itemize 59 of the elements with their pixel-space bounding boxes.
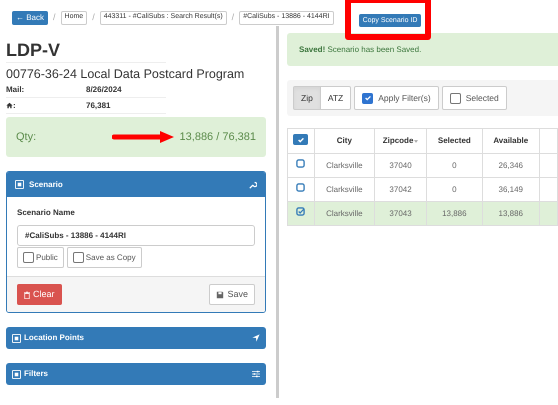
home-icon	[6, 102, 13, 109]
trash-icon	[24, 290, 30, 298]
detail-label: Mail:	[6, 84, 24, 96]
table-cell: 26,346	[498, 160, 523, 170]
table-cell: Clarksville	[326, 184, 363, 194]
breadcrumb-separator: /	[53, 10, 56, 24]
wrench-icon[interactable]	[249, 180, 257, 188]
panel-title[interactable]: Location Points	[24, 332, 249, 344]
table-cell: Clarksville	[326, 208, 363, 218]
table-cell: 37042	[389, 184, 412, 194]
sliders-icon[interactable]	[252, 370, 260, 378]
checkbox[interactable]	[72, 252, 84, 263]
program-title: LDP-V	[6, 40, 166, 63]
breadcrumb-separator: /	[92, 10, 95, 24]
option-label: Apply Filter(s)	[378, 92, 431, 104]
option-label: Save as Copy	[86, 252, 136, 264]
clear-button[interactable]: Clear	[17, 284, 62, 305]
checked-checkbox-icon[interactable]	[296, 207, 306, 216]
check-icon	[364, 94, 372, 102]
table-cell: 36,149	[498, 184, 523, 194]
program-subtitle: 00776-36-24 Local Data Postcard Program	[6, 66, 246, 82]
table-cell: 37043	[389, 208, 412, 218]
table-cell: 0	[452, 160, 457, 170]
sort-caret-icon	[414, 140, 418, 142]
save-button[interactable]: Save	[209, 284, 255, 305]
check-icon	[296, 136, 305, 144]
panel-toggle-icon	[12, 334, 21, 342]
panel-toggle-icon	[15, 180, 24, 189]
detail-label: :	[13, 100, 16, 112]
option-label: Public	[36, 252, 58, 264]
scenario-name-field[interactable]: #CaliSubs - 13886 - 4144RI	[17, 225, 255, 246]
collapsed-panel[interactable]: Location Points	[6, 327, 266, 349]
location-arrow-icon[interactable]	[252, 334, 260, 342]
mode-toggle[interactable]: ATZ	[320, 86, 352, 110]
mode-toggle[interactable]: Zip	[293, 86, 321, 110]
checkbox-icon[interactable]	[296, 159, 306, 168]
success-alert: Saved! Scenario has been Saved.	[287, 33, 558, 66]
checkbox[interactable]	[23, 252, 34, 263]
checked-checkbox[interactable]	[362, 92, 374, 104]
qty-label: Qty:	[16, 130, 36, 145]
detail-value: 8/26/2024	[86, 84, 122, 96]
table-cell: 37040	[389, 160, 412, 170]
table-cell: 13,886	[442, 208, 467, 218]
field-label: Scenario Name	[17, 207, 76, 219]
breadcrumb-separator: /	[232, 10, 234, 24]
qty-value: 13,886 / 76,381	[180, 130, 256, 145]
column-header[interactable]: City	[336, 135, 352, 147]
select-all-checkbox[interactable]	[293, 134, 308, 146]
table-cell: Clarksville	[326, 160, 363, 170]
panel-title[interactable]: Filters	[24, 368, 249, 380]
checkbox[interactable]	[450, 92, 461, 104]
table-cell: 13,886	[498, 208, 523, 218]
table-cell: 0	[452, 184, 457, 194]
back-button[interactable]: ← Back	[12, 10, 48, 24]
collapsed-panel[interactable]: Filters	[6, 363, 266, 385]
detail-value: 76,381	[86, 100, 110, 112]
panel-toggle-icon	[12, 370, 21, 378]
checkbox-icon[interactable]	[296, 183, 306, 192]
option-label: Selected	[466, 92, 499, 104]
